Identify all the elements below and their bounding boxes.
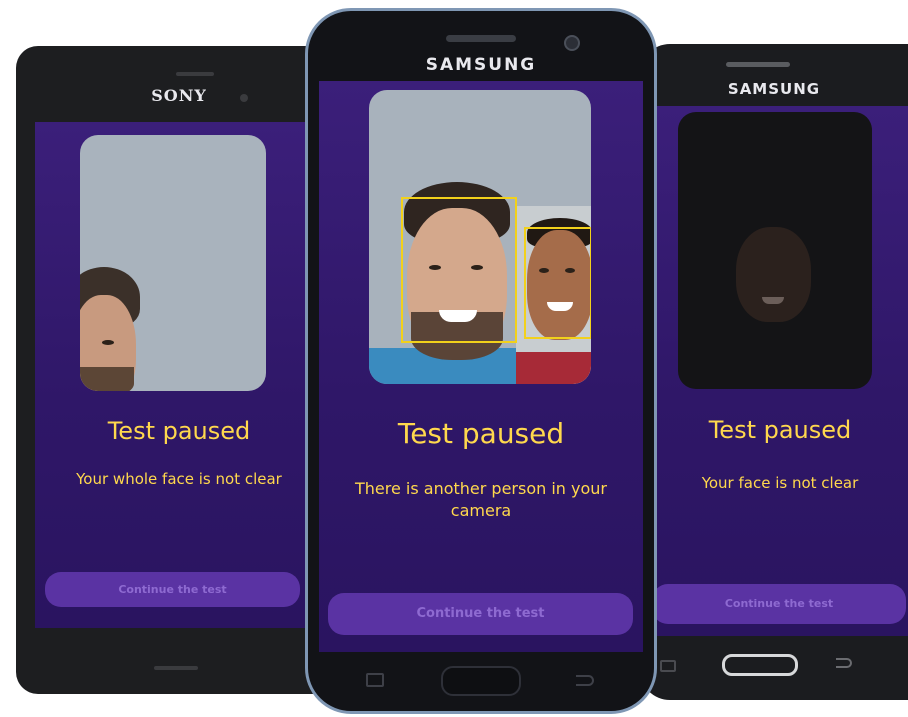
status-title: Test paused — [708, 416, 852, 444]
sony-screen: Test paused Your whole face is not clear… — [35, 122, 323, 628]
samsung-center-speaker — [446, 35, 516, 42]
status-message: Your whole face is not clear — [76, 470, 282, 488]
recent-apps-icon[interactable] — [660, 660, 676, 672]
status-message: Your face is not clear — [701, 474, 859, 492]
phone-samsung-right: SAMSUNG Test paused Your face is not cle… — [640, 44, 908, 700]
face-preview-dark — [678, 112, 872, 389]
continue-test-button[interactable]: Continue the test — [328, 593, 633, 635]
continue-test-button[interactable]: Continue the test — [45, 572, 300, 607]
samsung-right-screen: Test paused Your face is not clear Conti… — [652, 106, 908, 636]
sony-earpiece — [176, 72, 214, 76]
samsung-center-brand-logo: SAMSUNG — [425, 55, 537, 75]
home-button-icon[interactable] — [441, 666, 521, 696]
face-focus-box-primary — [401, 197, 517, 343]
samsung-right-brand-logo: SAMSUNG — [727, 80, 821, 98]
camera-icon — [240, 94, 248, 102]
recent-apps-icon[interactable] — [366, 673, 384, 687]
face-preview-two-people — [369, 90, 591, 384]
back-icon[interactable] — [576, 675, 594, 686]
phone-samsung-center: SAMSUNG Test paused There is another per… — [305, 8, 657, 714]
continue-test-button[interactable]: Continue the test — [652, 584, 906, 624]
camera-icon — [564, 35, 580, 51]
face-preview — [80, 135, 266, 391]
status-title: Test paused — [107, 417, 251, 445]
face-focus-box-secondary — [524, 227, 591, 339]
phone-sony: SONY Test paused Your whole face is not … — [16, 46, 334, 694]
samsung-center-screen: Test paused There is another person in y… — [319, 81, 643, 652]
status-title: Test paused — [397, 417, 565, 450]
back-icon[interactable] — [836, 658, 852, 668]
status-message: There is another person in your camera — [354, 479, 607, 520]
home-button-icon[interactable] — [722, 654, 798, 676]
sony-brand-logo: SONY — [151, 86, 207, 105]
samsung-right-speaker — [726, 62, 790, 67]
sony-bottom-slot — [154, 666, 198, 670]
